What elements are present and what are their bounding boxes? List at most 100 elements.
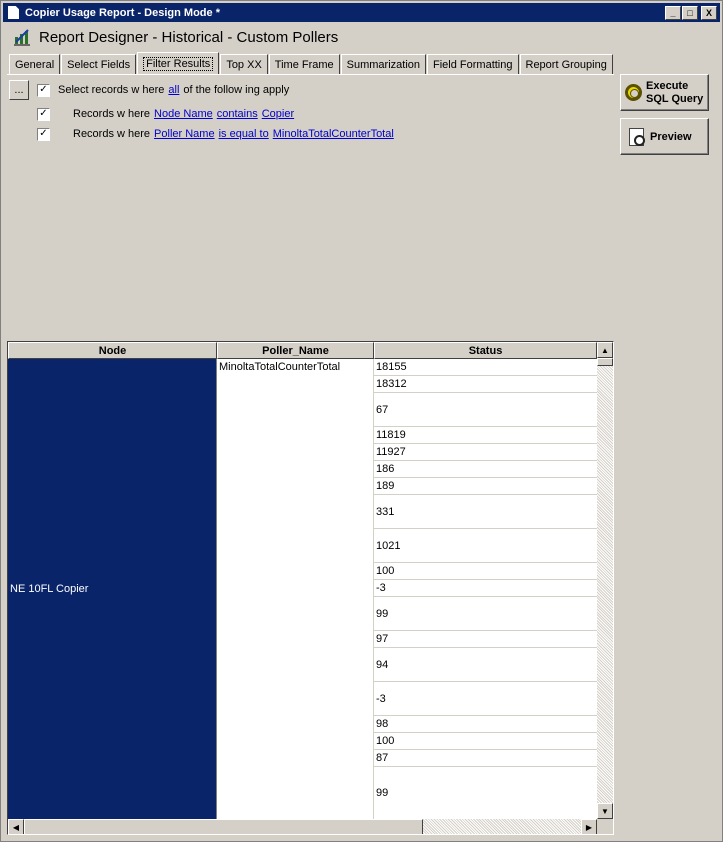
tab-general[interactable]: General [9,54,61,75]
filter-root-prefix: Select records w here [58,84,165,96]
report-designer-icon [14,29,30,46]
status-value: 98 [376,718,389,730]
poller-name-value: MinoltaTotalCounterTotal [219,361,341,373]
tab-label: Top XX [226,58,262,71]
status-row[interactable]: 11927 [374,444,597,461]
filter-root-checkbox[interactable]: ✓ [37,83,50,97]
scroll-right-arrow-icon[interactable]: ▶ [581,819,597,834]
status-row[interactable]: 97 [374,631,597,648]
tab-label: Time Frame [274,58,334,71]
status-row[interactable]: 67 [374,393,597,427]
status-row[interactable]: 99 [374,597,597,631]
status-value: 1021 [376,539,401,552]
status-value: 186 [376,463,395,475]
status-value: 189 [376,480,395,492]
column-header-status[interactable]: Status [374,342,597,359]
status-value: 11927 [376,446,406,458]
page-header: Report Designer - Historical - Custom Po… [13,26,338,48]
tab-report-grouping[interactable]: Report Grouping [519,54,613,75]
title-bar: Copier Usage Report - Design Mode * _ □ … [3,3,720,22]
filter-all-link[interactable]: all [168,84,179,96]
tab-label: Filter Results [143,56,214,71]
tab-select-fields[interactable]: Select Fields [61,54,137,75]
results-grid: Node Poller_Name Status NE 10FL Copier M… [7,341,614,835]
status-row[interactable]: 87 [374,750,597,767]
preview-button[interactable]: Preview [620,118,709,155]
preview-label: Preview [650,130,692,143]
status-row[interactable]: 18155 [374,359,597,376]
tab-summarization[interactable]: Summarization [340,54,427,75]
tab-label: Field Formatting [433,58,513,71]
scroll-down-arrow-icon[interactable]: ▼ [597,803,613,819]
preview-icon [629,127,645,146]
status-value: 100 [376,565,395,577]
scrollbar-corner [597,819,613,834]
status-value: -3 [376,582,386,594]
status-row[interactable]: 189 [374,478,597,495]
tab-time-frame[interactable]: Time Frame [268,54,340,75]
tab-strip: General Select Fields Filter Results Top… [9,52,614,75]
document-icon [8,6,19,19]
tab-filter-results[interactable]: Filter Results [137,52,220,74]
status-row[interactable]: 1021 [374,529,597,563]
status-row[interactable]: 100 [374,733,597,750]
status-value: 97 [376,633,389,645]
horizontal-scroll-thumb[interactable] [24,819,423,834]
condition-prefix: Records w here [73,108,151,120]
status-row[interactable]: 99 [374,767,597,818]
status-row[interactable]: 94 [374,648,597,682]
status-value: 67 [376,403,389,416]
status-row[interactable]: 11819 [374,427,597,444]
filter-condition-row: ✓ Records w here Poller Name is equal to… [37,125,394,143]
page-title: Report Designer - Historical - Custom Po… [39,28,339,46]
maximize-button[interactable]: □ [682,6,698,20]
tab-label: Report Grouping [525,58,607,71]
tab-top-xx[interactable]: Top XX [220,54,268,75]
condition-operator-link[interactable]: contains [217,108,258,120]
status-row[interactable]: 100 [374,563,597,580]
condition-value-link[interactable]: Copier [262,108,294,120]
poller-name-cell[interactable]: MinoltaTotalCounterTotal [217,359,374,819]
condition-value-link[interactable]: MinoltaTotalCounterTotal [273,128,394,140]
tab-label: Summarization [346,58,421,71]
status-row[interactable]: -3 [374,682,597,716]
status-row[interactable]: -3 [374,580,597,597]
status-value: 100 [376,735,395,747]
condition-checkbox[interactable]: ✓ [37,107,50,121]
node-value: NE 10FL Copier [10,583,89,595]
status-row[interactable]: 98 [374,716,597,733]
status-value: 331 [376,505,395,518]
condition-field-link[interactable]: Poller Name [154,128,215,140]
vertical-scroll-thumb[interactable] [597,358,613,366]
close-button[interactable]: X [701,6,717,20]
node-cell[interactable]: NE 10FL Copier [8,359,217,819]
condition-checkbox[interactable]: ✓ [37,127,50,141]
condition-operator-link[interactable]: is equal to [219,128,269,140]
grid-header: Node Poller_Name Status [8,342,597,359]
filter-root-row: ... ✓ Select records w here all of the f… [9,80,289,100]
status-row[interactable]: 331 [374,495,597,529]
condition-field-link[interactable]: Node Name [154,108,213,120]
report-window: Copier Usage Report - Design Mode * _ □ … [0,0,723,842]
execute-sql-query-button[interactable]: Execute SQL Query [620,74,709,111]
status-value: 87 [376,752,389,764]
execute-label-line2: SQL Query [646,92,704,105]
status-value: 11819 [376,429,406,441]
column-header-node[interactable]: Node [8,342,217,359]
status-row[interactable]: 186 [374,461,597,478]
minimize-button[interactable]: _ [665,6,681,20]
execute-label-line1: Execute [646,79,689,92]
tab-field-formatting[interactable]: Field Formatting [427,54,519,75]
status-value: 18155 [376,361,407,373]
status-value: 94 [376,658,389,671]
status-value: -3 [376,692,386,705]
horizontal-scrollbar[interactable]: ◀ ▶ [8,819,597,834]
filter-condition-row: ✓ Records w here Node Name contains Copi… [37,105,294,123]
tab-label: Select Fields [67,58,131,71]
scroll-up-arrow-icon[interactable]: ▲ [597,342,613,358]
column-header-poller-name[interactable]: Poller_Name [217,342,374,359]
status-row[interactable]: 18312 [374,376,597,393]
vertical-scrollbar[interactable]: ▲ ▼ [597,342,613,819]
scroll-left-arrow-icon[interactable]: ◀ [8,819,24,834]
more-options-button[interactable]: ... [9,80,29,100]
